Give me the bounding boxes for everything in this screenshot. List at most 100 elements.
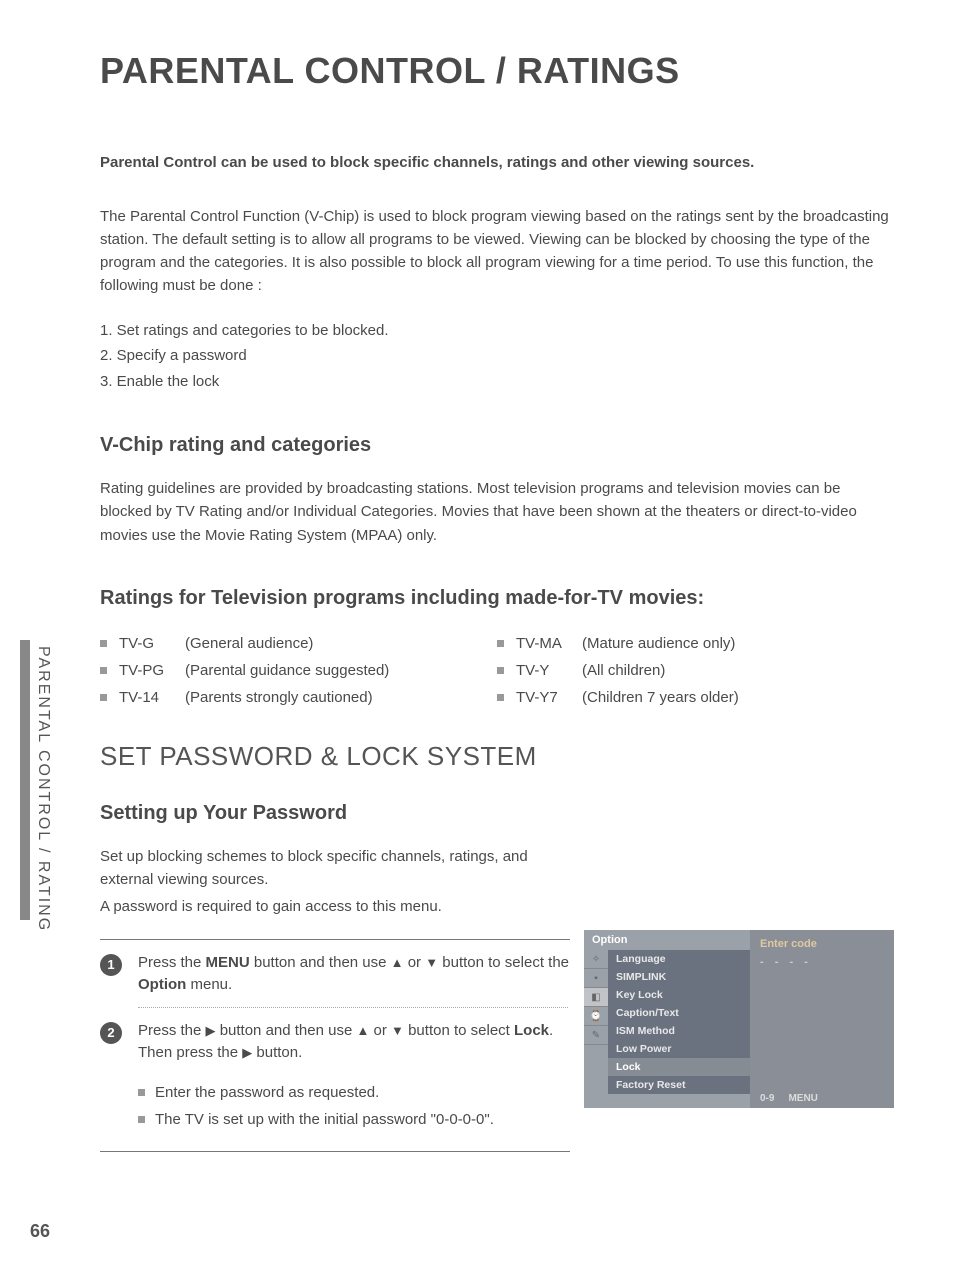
osd-icon-column: ✧ ▪ ◧ ⌚ ✎ — [584, 950, 608, 1094]
lock-label: Lock — [514, 1022, 549, 1039]
osd-hint-09: 0-9 — [760, 1093, 774, 1104]
dotted-divider — [138, 1007, 568, 1008]
osd-tab-icon: ◧ — [584, 988, 608, 1007]
osd-footer-right: 0-9 MENU — [760, 1089, 884, 1104]
manual-page: PARENTAL CONTROL / RATING PARENTAL CONTR… — [0, 0, 954, 1272]
heading-setting-password: Setting up Your Password — [100, 802, 894, 825]
rating-code: TV-Y — [516, 657, 576, 684]
list-item: TV-MA(Mature audience only) — [497, 630, 894, 657]
down-arrow-icon: ▼ — [425, 955, 438, 970]
text-fragment: button and then use — [250, 954, 391, 971]
step-1-text: Press the MENU button and then use ▲ or … — [138, 952, 570, 997]
list-item: TV-Y7(Children 7 years older) — [497, 684, 894, 711]
side-tab-edge — [20, 640, 30, 920]
right-arrow-icon: ▶ — [206, 1023, 216, 1038]
vchip-paragraph: Rating guidelines are provided by broadc… — [100, 477, 894, 547]
instruction-step-1: 1 Press the MENU button and then use ▲ o… — [100, 952, 570, 997]
bullet-icon — [138, 1089, 145, 1096]
osd-tab-icon: ✎ — [584, 1026, 608, 1045]
down-arrow-icon: ▼ — [391, 1023, 404, 1038]
intro-bold: Parental Control can be used to block sp… — [100, 152, 894, 175]
rating-code: TV-MA — [516, 630, 576, 657]
text-fragment: menu. — [186, 976, 232, 993]
note-text: The TV is set up with the initial passwo… — [155, 1106, 494, 1133]
divider — [100, 1151, 570, 1152]
step-2-text: Press the ▶ button and then use ▲ or ▼ b… — [138, 1020, 570, 1065]
pwd-para-1: Set up blocking schemes to block specifi… — [100, 845, 560, 892]
list-item: TV-PG(Parental guidance suggested) — [100, 657, 497, 684]
intro-paragraph: The Parental Control Function (V-Chip) i… — [100, 205, 894, 298]
rating-desc: (Mature audience only) — [582, 630, 735, 657]
list-item: TV-G(General audience) — [100, 630, 497, 657]
text-fragment: button and then use — [216, 1022, 357, 1039]
osd-tab-icon: ⌚ — [584, 1007, 608, 1026]
option-menu-label: Option — [138, 976, 186, 993]
note-item: Enter the password as requested. — [138, 1079, 568, 1106]
step-1: 1. Set ratings and categories to be bloc… — [100, 318, 894, 344]
ratings-columns: TV-G(General audience) TV-PG(Parental gu… — [100, 630, 894, 711]
osd-item: Caption/Text — [608, 1004, 750, 1022]
instruction-step-2: 2 Press the ▶ button and then use ▲ or ▼… — [100, 1020, 570, 1065]
list-item: TV-Y(All children) — [497, 657, 894, 684]
page-title: PARENTAL CONTROL / RATINGS — [100, 50, 894, 92]
rating-code: TV-G — [119, 630, 179, 657]
right-arrow-icon: ▶ — [242, 1045, 252, 1060]
bullet-icon — [100, 667, 107, 674]
osd-screenshot: Option ✧ ▪ ◧ ⌚ ✎ Language SIMPLINK Key L… — [584, 930, 894, 1108]
text-fragment: or — [404, 954, 426, 971]
osd-item: Factory Reset — [608, 1076, 750, 1094]
osd-right-panel: Enter code - - - - 0-9 MENU — [750, 930, 894, 1108]
osd-left-panel: Option ✧ ▪ ◧ ⌚ ✎ Language SIMPLINK Key L… — [584, 930, 750, 1108]
bullet-icon — [100, 694, 107, 701]
bullet-icon — [138, 1116, 145, 1123]
osd-tab-icon: ✧ — [584, 950, 608, 969]
bullet-icon — [497, 640, 504, 647]
rating-code: TV-PG — [119, 657, 179, 684]
osd-enter-code-label: Enter code — [760, 938, 884, 950]
text-fragment: Press the — [138, 1022, 206, 1039]
note-text: Enter the password as requested. — [155, 1079, 379, 1106]
note-item: The TV is set up with the initial passwo… — [138, 1106, 568, 1133]
step-badge-2: 2 — [100, 1022, 122, 1044]
osd-header: Option — [584, 930, 750, 950]
up-arrow-icon: ▲ — [391, 955, 404, 970]
bullet-icon — [497, 667, 504, 674]
rating-desc: (Parents strongly cautioned) — [185, 684, 373, 711]
rating-desc: (Parental guidance suggested) — [185, 657, 389, 684]
heading-tv-ratings: Ratings for Television programs includin… — [100, 587, 894, 610]
text-fragment: button to select the — [438, 954, 569, 971]
osd-footer-left — [584, 1094, 750, 1108]
ratings-col-left: TV-G(General audience) TV-PG(Parental gu… — [100, 630, 497, 711]
menu-button-label: MENU — [206, 954, 250, 971]
up-arrow-icon: ▲ — [356, 1023, 369, 1038]
osd-code-dashes: - - - - — [760, 956, 884, 968]
page-number: 66 — [30, 1221, 50, 1242]
osd-hint-menu: MENU — [788, 1093, 817, 1104]
rating-desc: (General audience) — [185, 630, 313, 657]
osd-item-selected: Lock — [608, 1058, 750, 1076]
rating-code: TV-Y7 — [516, 684, 576, 711]
text-fragment: button to select — [404, 1022, 514, 1039]
bullet-icon — [100, 640, 107, 647]
step-2-notes: Enter the password as requested. The TV … — [138, 1079, 568, 1133]
setup-steps: 1. Set ratings and categories to be bloc… — [100, 318, 894, 395]
pwd-para-2: A password is required to gain access to… — [100, 895, 560, 918]
rating-desc: (All children) — [582, 657, 665, 684]
heading-vchip: V-Chip rating and categories — [100, 434, 894, 457]
ratings-col-right: TV-MA(Mature audience only) TV-Y(All chi… — [497, 630, 894, 711]
divider — [100, 939, 570, 940]
osd-item: Key Lock — [608, 986, 750, 1004]
step-badge-1: 1 — [100, 954, 122, 976]
osd-item: Language — [608, 950, 750, 968]
osd-tab-icon: ▪ — [584, 969, 608, 988]
osd-item: SIMPLINK — [608, 968, 750, 986]
step-2: 2. Specify a password — [100, 343, 894, 369]
osd-menu-items: Language SIMPLINK Key Lock Caption/Text … — [608, 950, 750, 1094]
heading-set-password: SET PASSWORD & LOCK SYSTEM — [100, 741, 894, 772]
step-3: 3. Enable the lock — [100, 369, 894, 395]
osd-item: ISM Method — [608, 1022, 750, 1040]
text-fragment: Press the — [138, 954, 206, 971]
text-fragment: or — [369, 1022, 391, 1039]
rating-code: TV-14 — [119, 684, 179, 711]
osd-item: Low Power — [608, 1040, 750, 1058]
